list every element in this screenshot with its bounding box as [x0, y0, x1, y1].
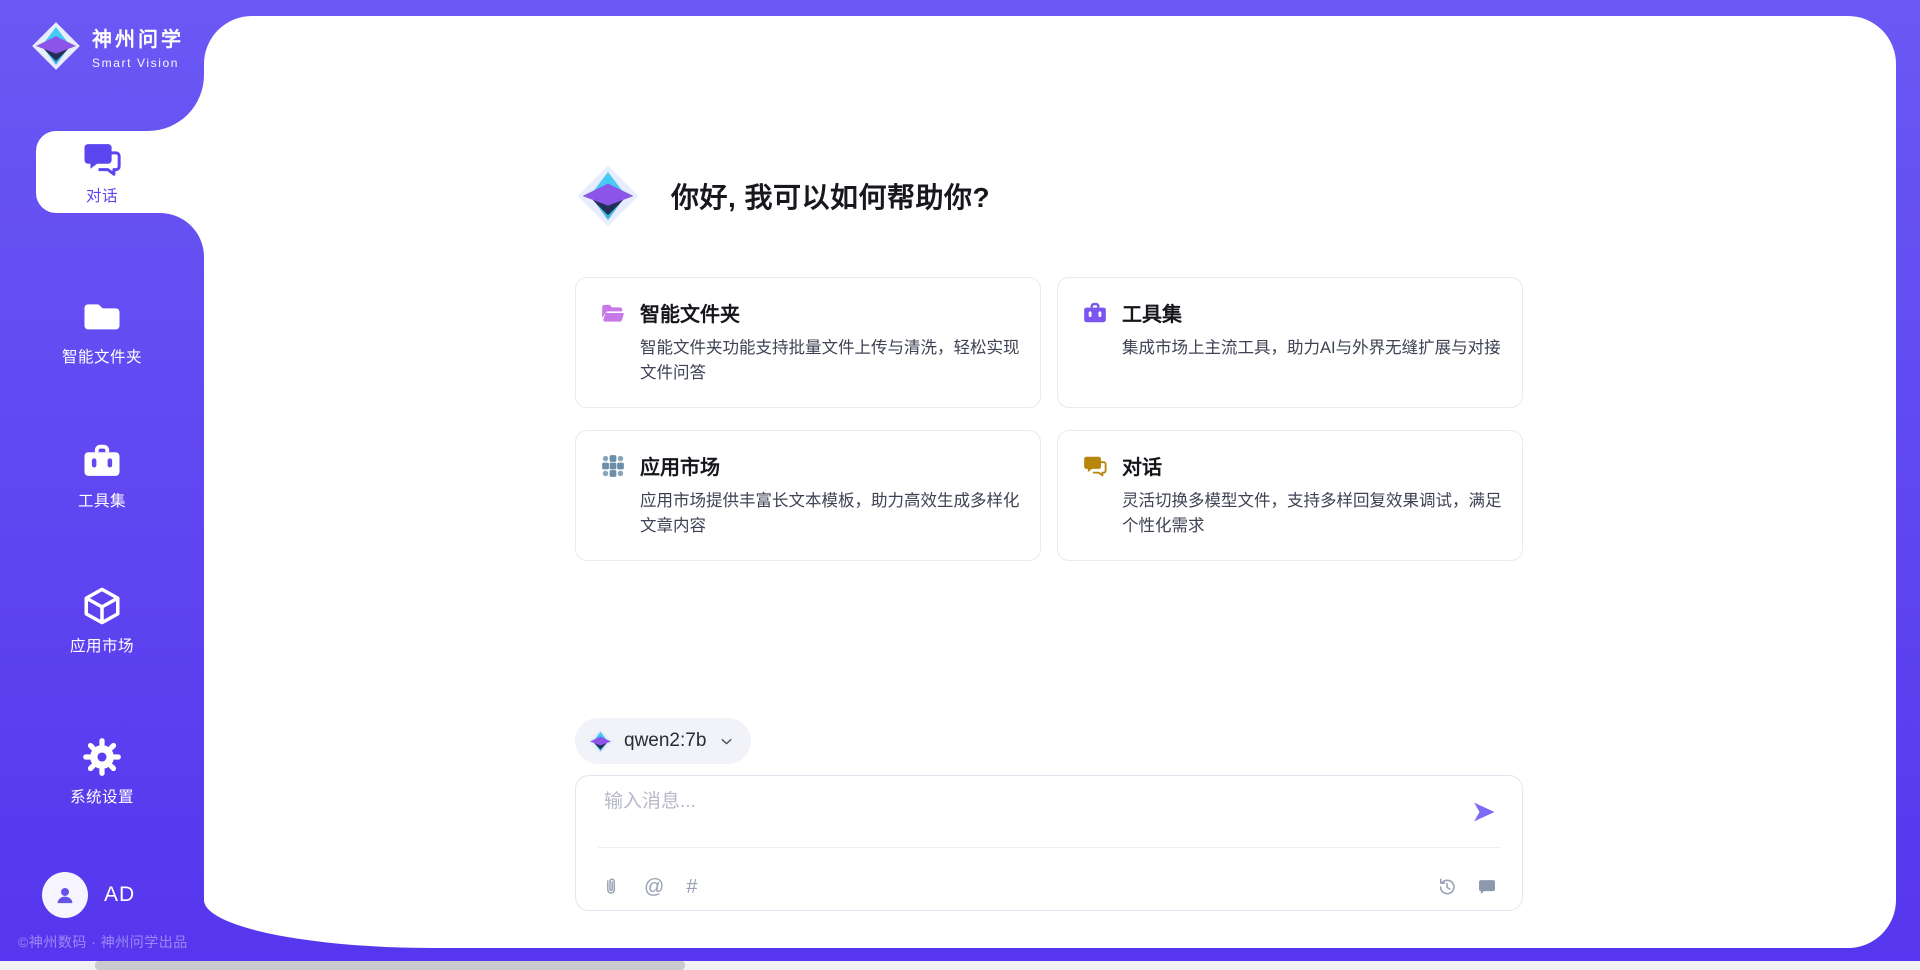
sidebar-item-label: 应用市场 — [70, 634, 134, 656]
send-icon[interactable] — [1470, 798, 1498, 826]
greeting-text: 你好, 我可以如何帮助你? — [671, 176, 990, 216]
app-window: 神州问学 Smart Vision 对话 智能文件夹 工具集 应用市场 系统设置… — [0, 0, 1920, 970]
sidebar-item-chat[interactable]: 对话 — [0, 131, 204, 213]
gear-icon — [81, 736, 123, 778]
brand-name: 神州问学 — [92, 23, 184, 52]
paperclip-icon[interactable] — [600, 876, 622, 898]
model-selector[interactable]: qwen2:7b — [575, 718, 751, 764]
sidebar-item-smart-folder[interactable]: 智能文件夹 — [0, 296, 204, 367]
scrollbar-thumb[interactable] — [95, 961, 685, 970]
brand-subtitle: Smart Vision — [92, 56, 184, 70]
horizontal-scrollbar[interactable] — [0, 961, 1920, 970]
user-profile[interactable]: AD — [42, 872, 135, 918]
person-icon — [52, 882, 78, 908]
folder-open-icon — [600, 300, 626, 326]
chevron-down-icon — [718, 733, 735, 750]
sidebar-item-toolbox[interactable]: 工具集 — [0, 440, 204, 511]
copyright-text: ©神州数码 · 神州问学出品 — [18, 932, 188, 952]
message-composer: @ # — [575, 775, 1523, 911]
card-chat[interactable]: 对话 灵活切换多模型文件，支持多样回复效果调试，满足个性化需求 — [1057, 430, 1523, 561]
card-title: 应用市场 — [640, 451, 720, 480]
avatar — [42, 872, 88, 918]
assistant-diamond-icon — [575, 163, 641, 229]
hash-icon[interactable]: # — [686, 876, 697, 898]
sidebar-item-settings[interactable]: 系统设置 — [0, 736, 204, 807]
sidebar-item-label: 工具集 — [78, 489, 126, 511]
card-app-market[interactable]: 应用市场 应用市场提供丰富长文本模板，助力高效生成多样化文章内容 — [575, 430, 1041, 561]
composer-divider — [598, 847, 1500, 848]
card-description: 智能文件夹功能支持批量文件上传与清洗，轻松实现文件问答 — [640, 336, 1026, 386]
chat-icon — [81, 138, 123, 180]
mention-icon[interactable]: @ — [644, 876, 664, 898]
message-input[interactable] — [602, 790, 1446, 814]
brand-diamond-icon — [30, 20, 82, 72]
card-description: 集成市场上主流工具，助力AI与外界无缝扩展与对接 — [1122, 336, 1508, 361]
feature-cards: 智能文件夹 智能文件夹功能支持批量文件上传与清洗，轻松实现文件问答 工具集 集成… — [575, 277, 1523, 561]
user-initials: AD — [104, 883, 135, 907]
model-name: qwen2:7b — [624, 730, 706, 752]
brand-logo: 神州问学 Smart Vision — [30, 20, 184, 72]
composer-tools-left: @ # — [600, 872, 697, 902]
history-icon[interactable] — [1436, 876, 1458, 898]
toolbox-icon — [81, 440, 123, 482]
cube-icon — [81, 585, 123, 627]
feedback-bubble-icon[interactable] — [1476, 876, 1498, 898]
card-title: 工具集 — [1122, 298, 1182, 327]
toolbox-icon — [1082, 300, 1108, 326]
sidebar-item-label: 系统设置 — [70, 785, 134, 807]
folder-icon — [81, 296, 123, 338]
sidebar-item-label: 智能文件夹 — [62, 345, 142, 367]
sidebar-item-app-market[interactable]: 应用市场 — [0, 585, 204, 656]
card-title: 对话 — [1122, 451, 1162, 480]
card-smart-folder[interactable]: 智能文件夹 智能文件夹功能支持批量文件上传与清洗，轻松实现文件问答 — [575, 277, 1041, 408]
card-toolbox[interactable]: 工具集 集成市场上主流工具，助力AI与外界无缝扩展与对接 — [1057, 277, 1523, 408]
card-description: 应用市场提供丰富长文本模板，助力高效生成多样化文章内容 — [640, 489, 1026, 539]
greeting: 你好, 我可以如何帮助你? — [575, 163, 990, 229]
card-title: 智能文件夹 — [640, 298, 740, 327]
composer-tools-right — [1436, 872, 1498, 902]
card-description: 灵活切换多模型文件，支持多样回复效果调试，满足个性化需求 — [1122, 489, 1508, 539]
chat-icon — [1082, 453, 1108, 479]
sidebar-item-label: 对话 — [86, 184, 118, 206]
model-diamond-icon — [587, 728, 614, 755]
grid-icon — [600, 453, 626, 479]
